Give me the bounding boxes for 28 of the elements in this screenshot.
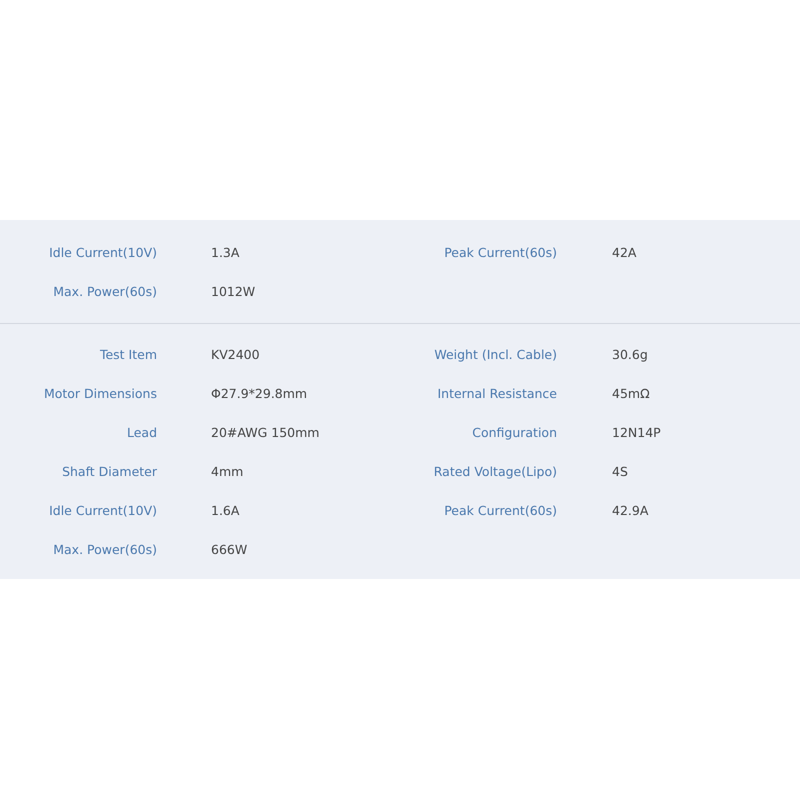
spec-label: Motor Dimensions (42, 386, 157, 401)
spec-value: 20#AWG 150mm (211, 425, 320, 440)
spec-label: Peak Current(60s) (443, 245, 557, 260)
spec-value: 1012W (211, 284, 256, 299)
spec-value: 1.3A (211, 245, 240, 260)
spec-value: 4mm (211, 464, 244, 479)
spec-value: 666W (211, 542, 248, 557)
spec-label: Idle Current(10V) (48, 503, 157, 518)
spec-label: Peak Current(60s) (443, 503, 557, 518)
spec-label: Test Item (98, 347, 157, 362)
spec-label: Rated Voltage(Lipo) (432, 464, 557, 479)
spec-value: 45mΩ (612, 386, 651, 401)
spec-value: 42.9A (612, 503, 650, 518)
spec-value: 30.6g (612, 347, 649, 362)
spec-label: Max. Power(60s) (52, 284, 157, 299)
spec-label: Internal Resistance (436, 386, 557, 401)
spec-value: Φ27.9*29.8mm (211, 386, 308, 401)
spec-value: 4S (612, 464, 629, 479)
spec-value: 1.6A (211, 503, 240, 518)
spec-label: Idle Current(10V) (48, 245, 157, 260)
spec-label: Max. Power(60s) (52, 542, 157, 557)
spec-label: Configuration (471, 425, 557, 440)
spec-value: 42A (612, 245, 638, 260)
spec-label: Lead (126, 425, 157, 440)
spec-value: 12N14P (612, 425, 662, 440)
spec-value: KV2400 (211, 347, 261, 362)
spec-label: Shaft Diameter (61, 464, 157, 479)
spec-label: Weight (Incl. Cable) (433, 347, 557, 362)
